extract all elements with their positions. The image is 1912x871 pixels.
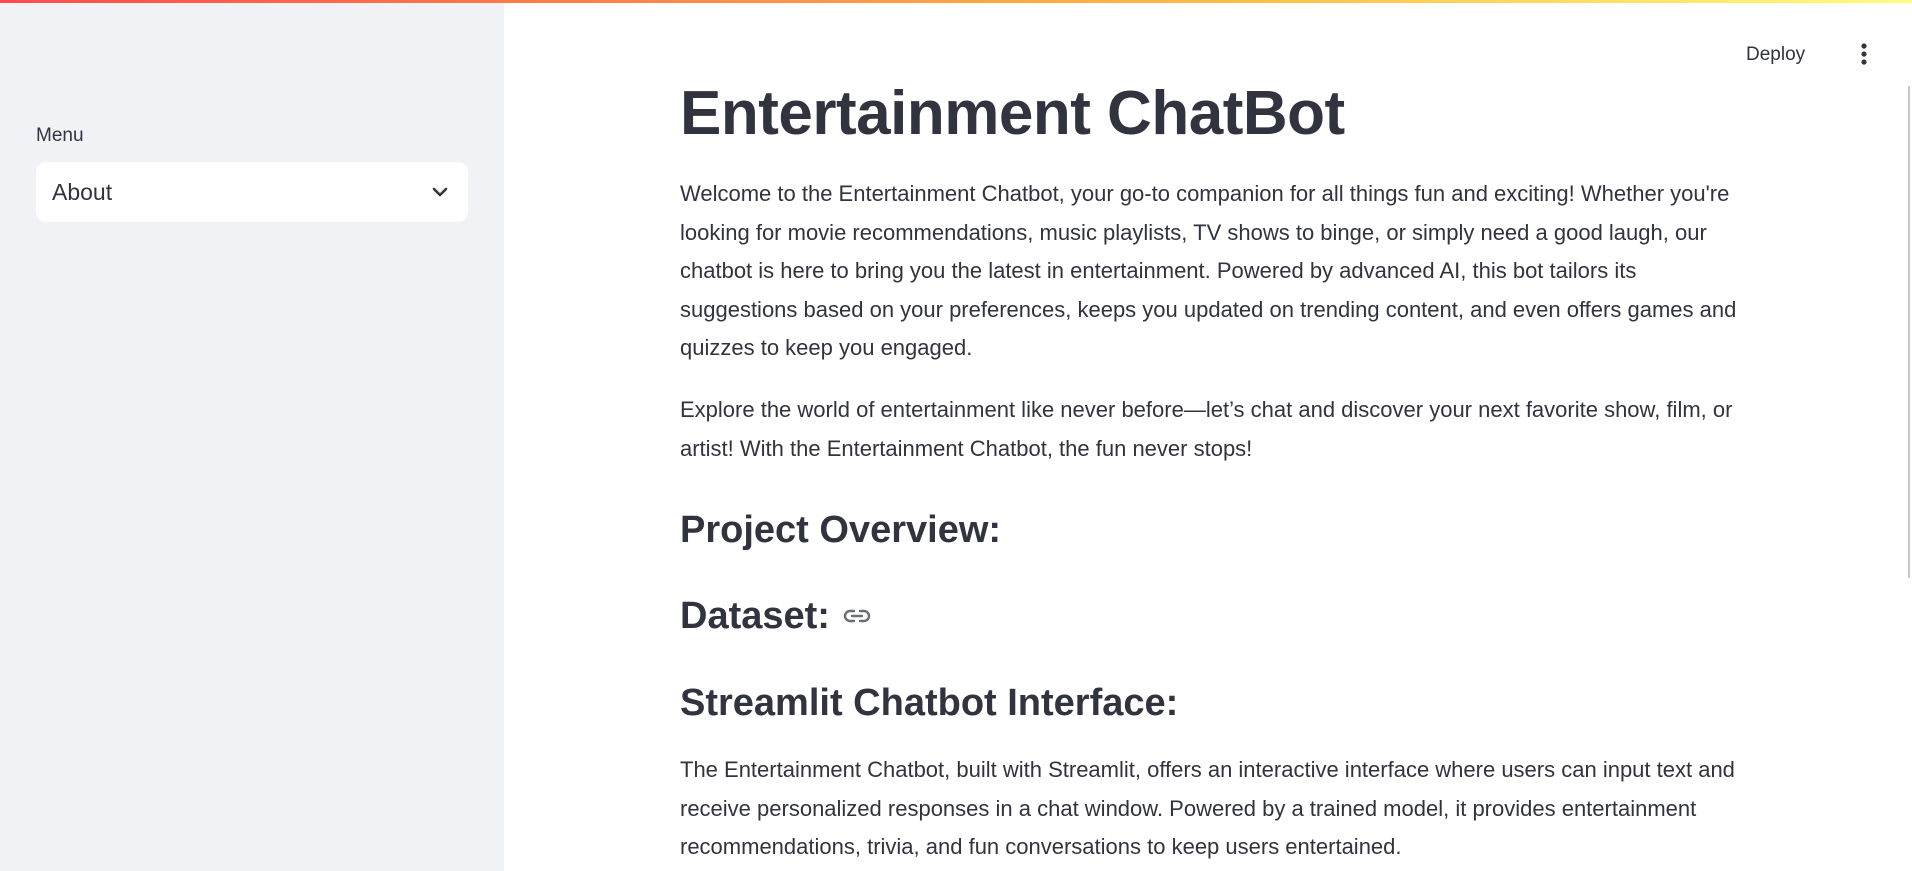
sidebar: Menu About — [0, 0, 504, 871]
interface-paragraph: The Entertainment Chatbot, built with St… — [680, 757, 1735, 859]
deploy-button[interactable]: Deploy — [1740, 40, 1811, 70]
menu-label: Menu — [36, 125, 84, 146]
intro-paragraph: Welcome to the Entertainment Chatbot, yo… — [680, 181, 1737, 360]
more-vertical-icon[interactable] — [1852, 38, 1876, 70]
page-title: Entertainment ChatBot — [680, 79, 1345, 148]
link-icon[interactable] — [842, 601, 872, 631]
interface-heading: Streamlit Chatbot Interface: — [680, 680, 1178, 726]
dataset-heading: Dataset: — [680, 593, 872, 639]
menu-select[interactable]: About — [36, 162, 468, 222]
project-overview-heading: Project Overview: — [680, 507, 1001, 553]
explore-paragraph: Explore the world of entertainment like … — [680, 397, 1733, 461]
chevron-down-icon — [428, 180, 452, 204]
project-overview-heading-text: Project Overview: — [680, 509, 1002, 551]
dataset-heading-text: Dataset: — [680, 595, 830, 637]
menu-select-value: About — [52, 178, 113, 205]
scrollbar[interactable] — [1908, 86, 1910, 578]
interface-heading-text: Streamlit Chatbot Interface: — [680, 682, 1179, 724]
top-decoration-bar — [0, 0, 1912, 3]
